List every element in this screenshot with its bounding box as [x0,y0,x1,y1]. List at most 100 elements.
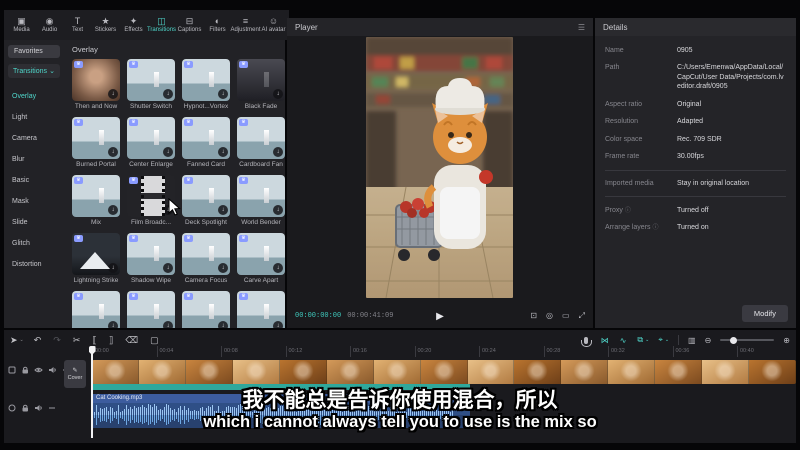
transition-thumbnail[interactable]: ♛ ↓ [72,59,120,101]
sidebar-category-item[interactable]: Basic [4,170,64,191]
transition-thumbnail[interactable]: ♛ ↓ [72,291,120,328]
player-view-icon[interactable]: ◎ [546,311,553,321]
transition-thumbnail[interactable]: ♛ ↓ [182,233,230,275]
timeline-ruler[interactable]: 00:00 00:04 00:08 00:12 00:16 00:20 00:2… [92,346,796,357]
download-icon[interactable]: ↓ [163,89,173,99]
download-icon[interactable]: ↓ [108,89,118,99]
transition-thumbnail[interactable]: ♛ ↓ [72,117,120,159]
download-icon[interactable]: ↓ [218,89,228,99]
sidebar-category-item[interactable]: Camera [4,128,64,149]
transition-card[interactable]: ♛ ↓ Shutter Switch [127,59,175,111]
timeline-zoom-slider[interactable] [720,339,774,341]
player-menu-icon[interactable]: ☰ [578,23,585,32]
sidebar-category-item[interactable]: Blur [4,149,64,170]
lock-icon[interactable] [21,366,29,374]
favorites-button[interactable]: Favorites [8,45,60,58]
transition-thumbnail[interactable]: ♛ ↓ [72,175,120,217]
transition-card[interactable]: ♛ ↓ [182,291,230,328]
timeline-toggle-button[interactable]: ⧉ ⌄ [637,335,649,345]
toolbar-item[interactable]: ★ Stickers [92,16,119,34]
transition-card[interactable]: ♛ ↓ Lightning Strike [72,233,120,285]
transitions-category-button[interactable]: Transitions ⌄ [8,64,60,78]
zoom-out-icon[interactable]: ⊖ [705,336,712,345]
sidebar-category-item[interactable]: Mask [4,191,64,212]
transition-thumbnail[interactable]: ♛ ↓ [237,233,285,275]
transition-thumbnail[interactable]: ♛ ↓ [127,291,175,328]
zoom-in-icon[interactable]: ⊕ [783,336,790,345]
download-icon[interactable]: ↓ [273,321,283,328]
transition-thumbnail[interactable]: ♛ ↓ [237,59,285,101]
download-icon[interactable]: ↓ [108,147,118,157]
transition-thumbnail[interactable]: ♛ ↓ [182,59,230,101]
mute-speaker-icon[interactable] [48,366,57,374]
transition-card[interactable]: ♛ ↓ World Bender [237,175,285,227]
download-icon[interactable]: ↓ [273,263,283,273]
record-voiceover-microphone-icon[interactable] [584,337,588,344]
toolbar-item[interactable]: ◉ Audio [36,16,63,34]
player-view-icon[interactable]: ▭ [562,311,570,321]
video-preview[interactable] [366,37,513,298]
timeline-tool-button[interactable]: ↷ [53,335,63,346]
timeline-tool-button[interactable]: ↶ [34,335,44,346]
transition-thumbnail[interactable]: ♛ ↓ [72,233,120,275]
transition-card[interactable]: ♛ ↓ Center Enlarge [127,117,175,169]
download-icon[interactable]: ↓ [163,321,173,328]
hide-track-eye-icon[interactable] [34,366,43,374]
transition-thumbnail[interactable]: ♛ ↓ [182,117,230,159]
transition-card[interactable]: ♛ ↓ Fanned Card [182,117,230,169]
timeline-toggle-button[interactable]: ⋈ [601,335,611,345]
download-icon[interactable]: ↓ [163,263,173,273]
download-icon[interactable]: ↓ [218,263,228,273]
transition-thumbnail[interactable]: ♛ ↓ [127,117,175,159]
download-icon[interactable]: ↓ [108,205,118,215]
sidebar-category-item[interactable]: Overlay [4,86,64,107]
timeline-tool-button[interactable]: ▢ [150,335,161,346]
zoom-slider-knob[interactable] [730,337,737,344]
download-icon[interactable]: ↓ [218,321,228,328]
transition-thumbnail[interactable]: ♛ ↓ [127,233,175,275]
player-view-icon[interactable]: ⤢ [579,311,585,321]
timeline-tool-button[interactable]: ⟧ [109,335,115,346]
transition-card[interactable]: ♛ ↓ Mix [72,175,120,227]
timeline-tool-button[interactable]: ➤ ⌄ [10,335,24,346]
toolbar-item[interactable]: ≡ Adjustment [232,16,259,34]
sidebar-category-item[interactable]: Slide [4,212,64,233]
toolbar-item[interactable]: ✦ Effects [120,16,147,34]
download-icon[interactable]: ↓ [108,263,118,273]
play-button[interactable]: ▶ [436,311,444,322]
sidebar-category-item[interactable]: Light [4,107,64,128]
transition-card[interactable]: ♛ ↓ Carve Apart [237,233,285,285]
toolbar-item[interactable]: ⊟ Captions [176,16,203,34]
transition-card[interactable]: ♛ ↓ Then and Now [72,59,120,111]
timeline-tool-button[interactable]: ✂ [73,335,83,346]
timeline-tool-button[interactable]: ⟦ [92,335,98,346]
transition-card[interactable]: ♛ ↓ Black Fade [237,59,285,111]
transition-thumbnail[interactable]: ♛ ↓ [182,175,230,217]
download-icon[interactable]: ↓ [218,205,228,215]
toolbar-item[interactable]: ◫ Transitions [148,16,175,34]
transition-thumbnail[interactable]: ♛ ↓ [127,59,175,101]
toolbar-item[interactable]: T Text [64,16,91,34]
transition-card[interactable]: ♛ ↓ Hypnot...Vortex [182,59,230,111]
transition-card[interactable]: ♛ ↓ [127,291,175,328]
toolbar-item[interactable]: ◐ Filters [204,16,231,34]
toolbar-item[interactable]: ☺ AI avatar [260,16,287,34]
download-icon[interactable]: ↓ [273,147,283,157]
transition-card[interactable]: ♛ ↓ Cardboard Fan [237,117,285,169]
download-icon[interactable]: ↓ [273,89,283,99]
track-preview-toggle-icon[interactable]: ▥ [688,336,696,345]
video-clip[interactable] [92,360,796,384]
download-icon[interactable]: ↓ [218,147,228,157]
transition-card[interactable]: ♛ ↓ Shadow Wipe [127,233,175,285]
transition-card[interactable]: ♛ ↓ Camera Focus [182,233,230,285]
player-view-icon[interactable]: ⊡ [530,311,537,321]
transition-thumbnail[interactable]: ♛ ↓ [237,117,285,159]
timeline-toggle-button[interactable]: ⌖ ⌄ [658,335,669,345]
timeline-tool-button[interactable]: ⌫ [125,335,140,346]
transition-card[interactable]: ♛ ↓ Burned Portal [72,117,120,169]
transition-card[interactable]: ♛ ↓ Deck Spotlight [182,175,230,227]
download-icon[interactable]: ↓ [108,321,118,328]
sidebar-category-item[interactable]: Distortion [4,254,64,275]
transition-thumbnail[interactable]: ♛ ↓ [182,291,230,328]
download-icon[interactable]: ↓ [163,147,173,157]
